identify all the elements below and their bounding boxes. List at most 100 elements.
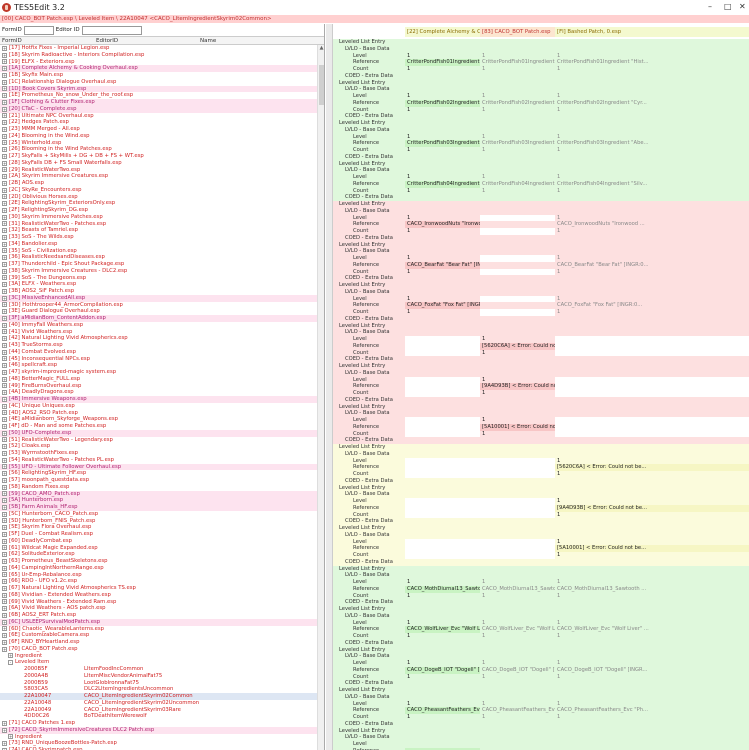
plugin-tree-item[interactable]: + [4E] aMidianborn_Skyforge_Weapons.esp	[0, 416, 324, 423]
value-cell-2[interactable]	[480, 153, 555, 161]
value-cell-2[interactable]	[480, 477, 555, 485]
entry-row[interactable]: Leveled List Entry	[333, 282, 749, 289]
value-cell-2[interactable]	[480, 612, 555, 620]
value-cell-3[interactable]: 1	[555, 633, 749, 640]
value-cell-1[interactable]	[405, 322, 480, 330]
value-cell-3[interactable]	[555, 558, 749, 566]
level-row[interactable]: Level 1	[333, 457, 749, 465]
reference-row[interactable]: Reference [5620C6A] < Error: Could not be…	[333, 342, 749, 350]
expand-icon[interactable]: +	[2, 133, 7, 139]
value-cell-2[interactable]: CACO_WolfLiver_Evc "Wolf Liver" ...	[480, 626, 555, 633]
expand-icon[interactable]: +	[2, 437, 7, 443]
value-cell-3[interactable]: 1	[555, 66, 749, 73]
value-cell-3[interactable]	[555, 612, 749, 620]
value-cell-1[interactable]	[405, 234, 480, 242]
value-cell-1[interactable]	[405, 687, 480, 694]
record-row[interactable]: 4DD0C26 BoTDeathItemWerewolf	[0, 713, 324, 720]
expand-icon[interactable]: +	[2, 228, 7, 234]
value-cell-1[interactable]	[405, 430, 480, 438]
value-cell-3[interactable]	[555, 45, 749, 53]
level-row[interactable]: Level 1 1 1	[333, 619, 749, 627]
extra-data-row[interactable]: COED - Extra Data	[333, 72, 749, 80]
expand-icon[interactable]: +	[2, 268, 7, 274]
value-cell-1[interactable]	[405, 734, 480, 741]
value-cell-2[interactable]: 1	[480, 336, 555, 343]
value-cell-1[interactable]	[405, 72, 480, 80]
entry-row[interactable]: Leveled List Entry	[333, 79, 749, 87]
value-cell-2[interactable]	[480, 329, 555, 336]
plugin-tree-item[interactable]: + [2C] SkyRe_Encounters.esp	[0, 187, 324, 194]
maximize-icon[interactable]: □	[724, 2, 732, 11]
reference-row[interactable]: ReferenceCACO_DogeB_IOT "Dogell" [INGR..…	[333, 666, 749, 674]
level-row[interactable]: Level 1 1 1	[333, 52, 749, 60]
value-cell-3[interactable]	[555, 646, 749, 654]
expand-icon[interactable]: +	[2, 126, 7, 132]
value-cell-3[interactable]	[555, 79, 749, 87]
value-cell-3[interactable]: 1	[555, 228, 749, 235]
value-cell-2[interactable]	[480, 126, 555, 134]
base-data-row[interactable]: LVLO - Base Data	[333, 410, 749, 417]
value-cell-2[interactable]	[480, 255, 555, 262]
value-cell-3[interactable]	[555, 741, 749, 748]
value-cell-2[interactable]: 1	[480, 660, 555, 667]
extra-data-row[interactable]: COED - Extra Data	[333, 518, 749, 525]
reference-row[interactable]: Reference [9A4D93B] < Error: Could not be…	[333, 383, 749, 390]
value-cell-2[interactable]	[480, 538, 555, 546]
value-cell-1[interactable]	[405, 356, 480, 363]
base-data-row[interactable]: LVLO - Base Data	[333, 167, 749, 174]
plugin-tree-item[interactable]: + [41] Vivid Weathers.esp	[0, 329, 324, 336]
value-cell-3[interactable]	[555, 241, 749, 249]
value-cell-2[interactable]	[480, 403, 555, 411]
level-row[interactable]: Level 1	[333, 376, 749, 384]
value-cell-2[interactable]: CritterPondFish03Ingredient "Abe...	[480, 140, 555, 147]
plugin-tree-item[interactable]: + [5F] Duel - Combat Realism.esp	[0, 531, 324, 538]
expand-icon[interactable]: +	[2, 633, 7, 639]
plugin-tree-item[interactable]: + [2B] AOS.esp	[0, 180, 324, 187]
expand-icon[interactable]: +	[2, 518, 7, 524]
expand-icon[interactable]: +	[8, 734, 13, 740]
base-data-row[interactable]: LVLO - Base Data	[333, 288, 749, 296]
value-cell-3[interactable]	[555, 248, 749, 255]
plugin-tree-item[interactable]: + [45] Inconsequential NPCs.esp	[0, 356, 324, 363]
expand-icon[interactable]: +	[2, 552, 7, 558]
value-cell-3[interactable]: CACO_FoxFat "Fox Fat" [INGR:0...	[555, 302, 749, 309]
editorid-column-header[interactable]: EditorID	[80, 38, 200, 44]
plugin-tree-item[interactable]: + [1D] Book Covers Skyrim.esp	[0, 85, 324, 93]
count-row[interactable]: Count 1	[333, 471, 749, 478]
value-cell-2[interactable]: 1	[480, 376, 555, 384]
value-cell-1[interactable]	[405, 241, 480, 249]
expand-icon[interactable]: +	[2, 565, 7, 571]
value-cell-1[interactable]	[405, 471, 480, 478]
value-cell-3[interactable]: 1	[555, 700, 749, 708]
value-cell-1[interactable]: 1	[405, 133, 480, 141]
value-cell-3[interactable]	[555, 693, 749, 701]
plugin-tree-item[interactable]: + [6B] AOS2_ERT Patch.esp	[0, 612, 324, 619]
plugin-tree-item[interactable]: + [6C] USLEEPSurvivalModPatch.esp	[0, 618, 324, 626]
plugin-tree-item[interactable]: + [3F] aMidianBorn_ContentAddon.esp	[0, 315, 324, 322]
value-cell-3[interactable]: 1	[555, 255, 749, 262]
value-cell-2[interactable]	[480, 160, 555, 168]
value-cell-2[interactable]	[480, 552, 555, 559]
value-cell-1[interactable]: CritterPondFish01Ingredient "Hist...	[405, 59, 480, 66]
plugin-tree-item[interactable]: + [35] SoS - Civilization.esp	[0, 248, 324, 255]
value-cell-1[interactable]	[405, 342, 480, 350]
value-cell-2[interactable]: [5620C6A] < Error: Could not be ...	[480, 342, 555, 350]
value-cell-1[interactable]	[405, 160, 480, 168]
plugin-tree-item[interactable]: + [71] CACO Patches 1.esp	[0, 720, 324, 727]
value-cell-2[interactable]	[480, 369, 555, 377]
value-cell-3[interactable]	[555, 376, 749, 384]
value-cell-1[interactable]	[405, 363, 480, 370]
value-cell-2[interactable]	[480, 214, 555, 222]
value-cell-1[interactable]: 1	[405, 309, 480, 316]
value-cell-3[interactable]: 1	[555, 552, 749, 559]
expand-icon[interactable]: +	[2, 390, 7, 396]
plugin-tree-item[interactable]: + [6E] CustomizableCamera.esp	[0, 632, 324, 639]
reference-row[interactable]: Reference [5A10001] < Error: Could not be…	[333, 423, 749, 431]
level-row[interactable]: Level 1	[333, 498, 749, 505]
value-cell-3[interactable]: CACO_DogeB_IOT "Dogell" [INGR...	[555, 666, 749, 674]
value-cell-2[interactable]	[480, 261, 555, 269]
value-cell-2[interactable]: CritterPondFish04Ingredient "Silv...	[480, 180, 555, 188]
level-row[interactable]: Level 1 1 1	[333, 700, 749, 708]
expand-icon[interactable]: +	[2, 531, 7, 537]
value-cell-1[interactable]: 1	[405, 579, 480, 586]
